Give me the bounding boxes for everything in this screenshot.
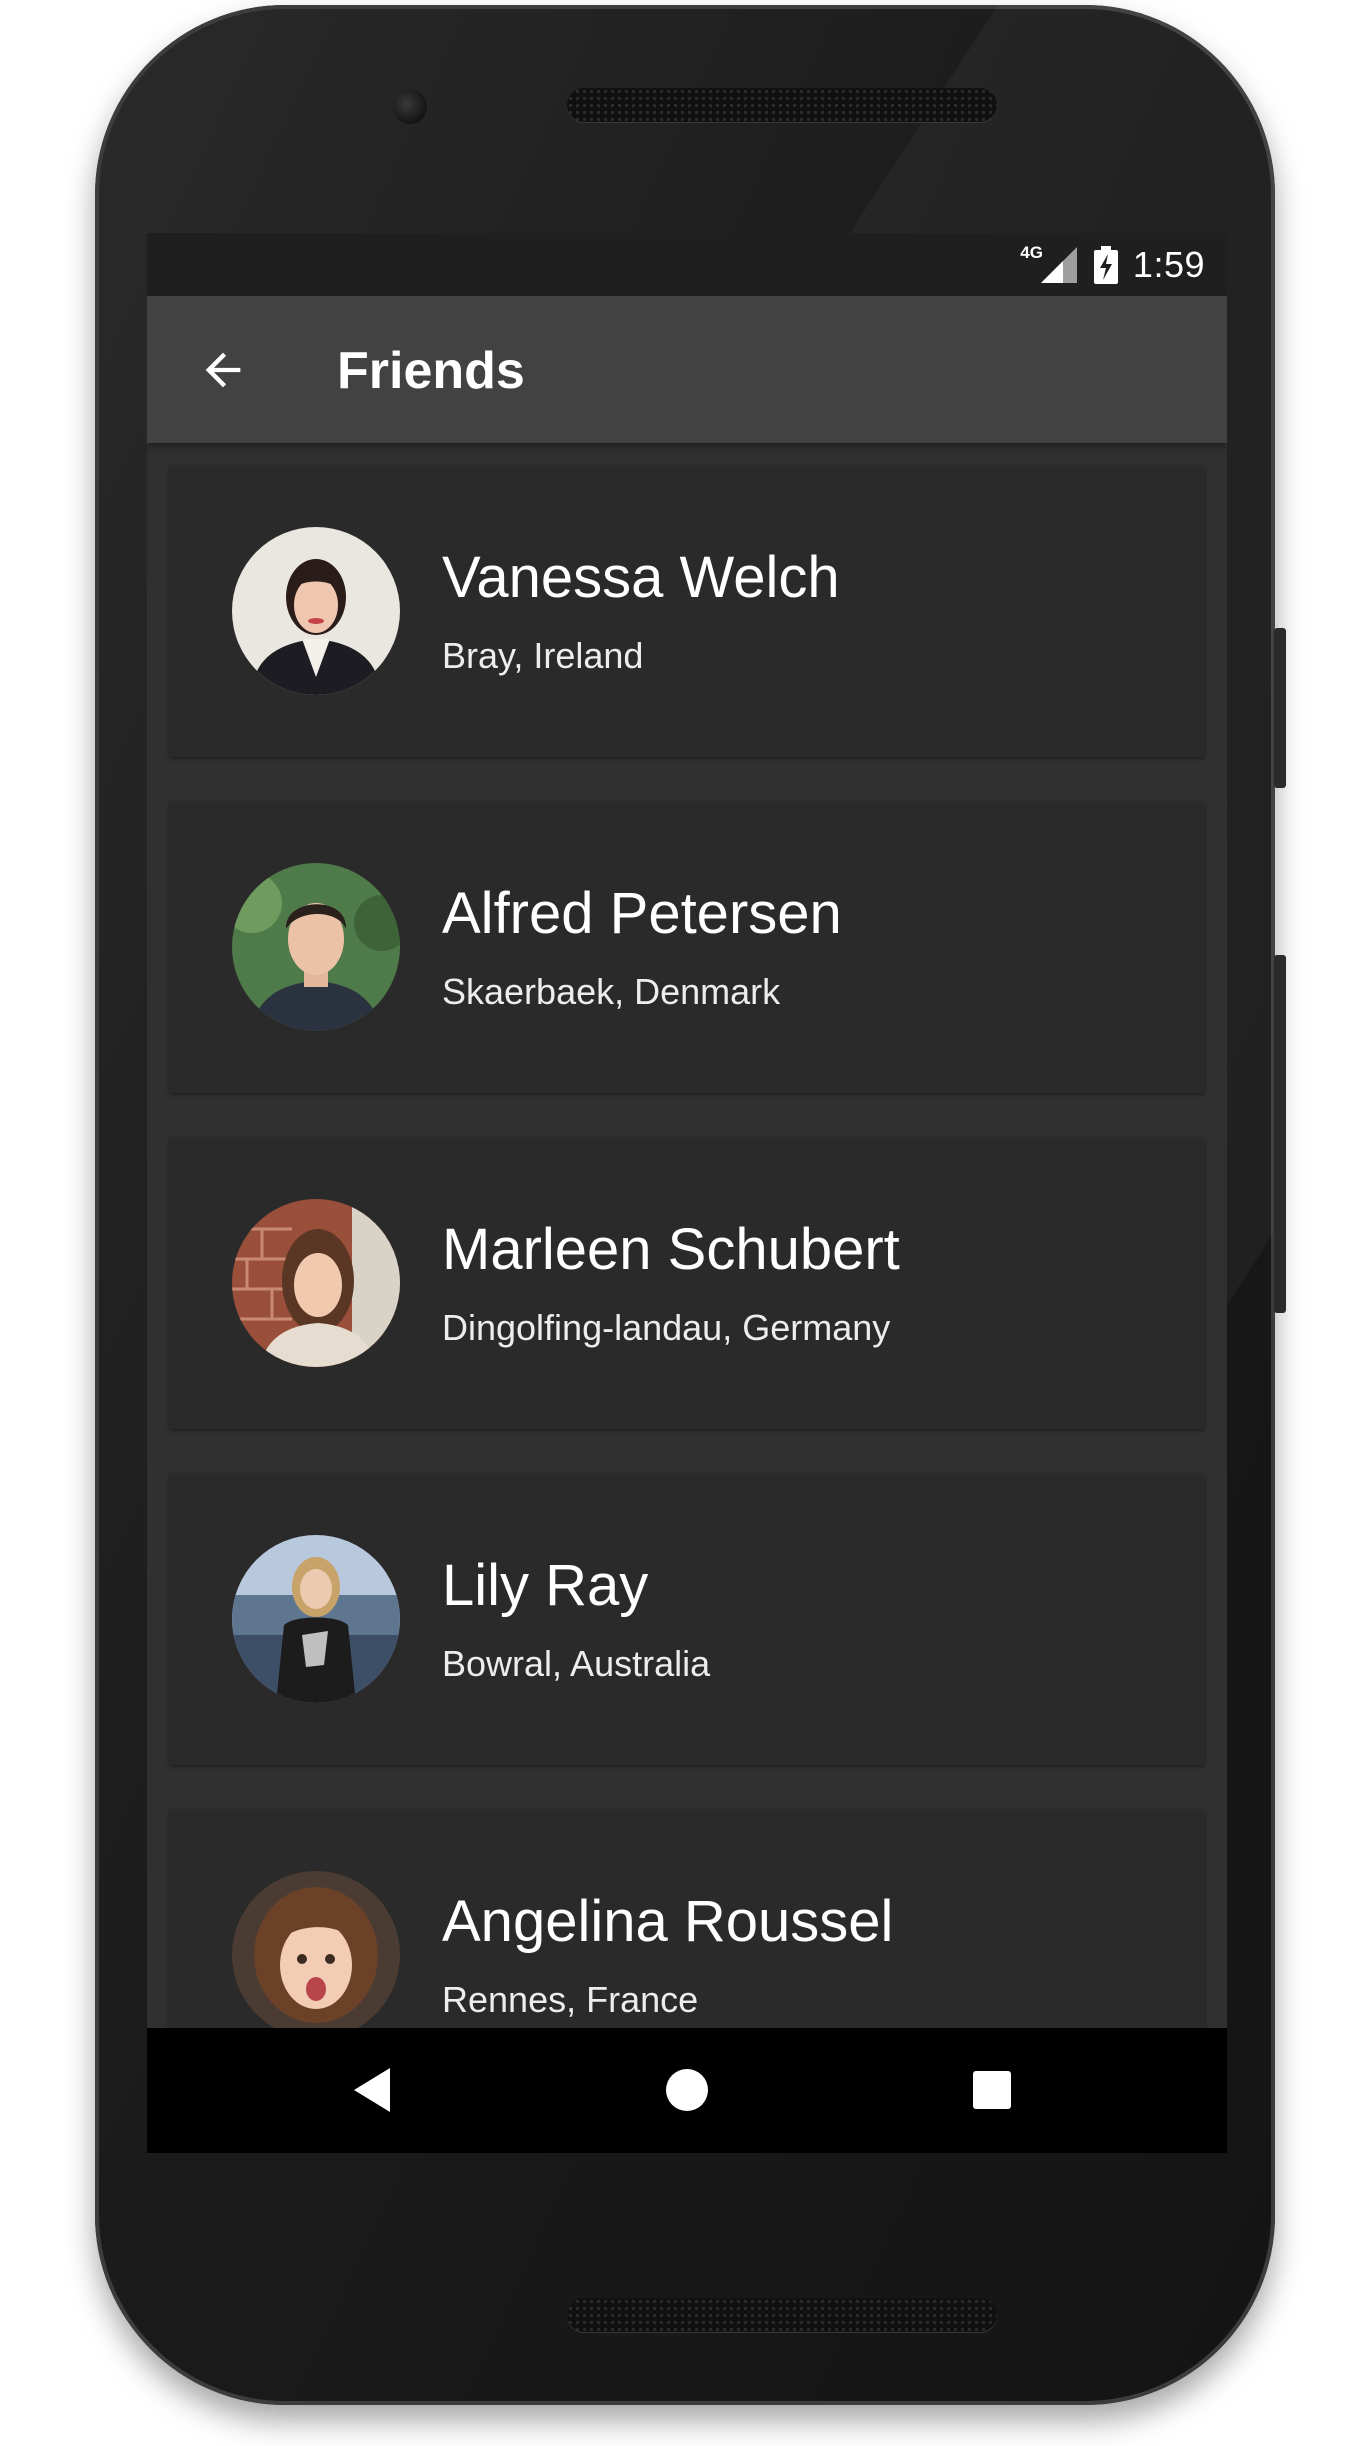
- status-clock: 1:59: [1132, 243, 1205, 285]
- front-camera: [393, 90, 427, 124]
- avatar-photo: [232, 1199, 400, 1367]
- friend-location: Bray, Ireland: [442, 635, 644, 676]
- friend-card[interactable]: Lily Ray Bowral, Australia: [169, 1473, 1205, 1765]
- nav-recents-button[interactable]: [952, 2050, 1032, 2130]
- friend-name: Alfred Petersen: [442, 881, 842, 946]
- nav-home-button[interactable]: [647, 2050, 727, 2130]
- friend-card[interactable]: Angelina Roussel Rennes, France: [169, 1809, 1205, 2028]
- bottom-speaker: [567, 2298, 997, 2332]
- friend-name: Angelina Roussel: [442, 1889, 894, 1954]
- friend-card[interactable]: Vanessa Welch Bray, Ireland: [169, 465, 1205, 757]
- friend-name: Marleen Schubert: [442, 1217, 900, 1282]
- avatar-photo: [232, 1871, 400, 2028]
- avatar: [232, 863, 400, 1031]
- friend-card[interactable]: Marleen Schubert Dingolfing-landau, Germ…: [169, 1137, 1205, 1429]
- avatar: [232, 1199, 400, 1367]
- network-type-label: 4G: [1020, 242, 1043, 262]
- battery-charging-icon: [1093, 245, 1118, 284]
- friends-list[interactable]: Vanessa Welch Bray, Ireland Alfred Peter…: [147, 443, 1227, 2028]
- back-button[interactable]: [185, 332, 261, 408]
- friend-card[interactable]: Alfred Petersen Skaerbaek, Denmark: [169, 801, 1205, 1093]
- status-bar: 4G 1:59: [147, 233, 1227, 296]
- square-recents-icon: [973, 2071, 1011, 2109]
- avatar: [232, 527, 400, 695]
- system-nav-bar: [147, 2028, 1227, 2153]
- app-bar: Friends: [147, 296, 1227, 443]
- device-screen: 4G 1:59 Friends Vanessa Welch Bray, Irel…: [147, 233, 1227, 2153]
- nav-back-button[interactable]: [332, 2050, 412, 2130]
- volume-rocker: [1274, 955, 1286, 1313]
- friend-name: Lily Ray: [442, 1553, 649, 1618]
- status-icons: 4G 1:59: [1020, 233, 1205, 296]
- friend-location: Dingolfing-landau, Germany: [442, 1307, 891, 1348]
- friend-name: Vanessa Welch: [442, 545, 840, 610]
- earpiece-speaker: [567, 88, 997, 122]
- circle-home-icon: [666, 2069, 708, 2111]
- avatar-photo: [232, 527, 400, 695]
- power-button: [1274, 628, 1286, 788]
- arrow-back-icon: [205, 352, 241, 388]
- friend-location: Rennes, France: [442, 1979, 699, 2020]
- avatar: [232, 1871, 400, 2028]
- friend-location: Bowral, Australia: [442, 1643, 711, 1684]
- avatar-photo: [232, 863, 400, 1031]
- page-title: Friends: [337, 342, 525, 400]
- cell-signal-icon: [1040, 246, 1077, 283]
- friend-location: Skaerbaek, Denmark: [442, 971, 781, 1012]
- avatar-photo: [232, 1535, 400, 1703]
- triangle-back-icon: [354, 2068, 390, 2112]
- avatar: [232, 1535, 400, 1703]
